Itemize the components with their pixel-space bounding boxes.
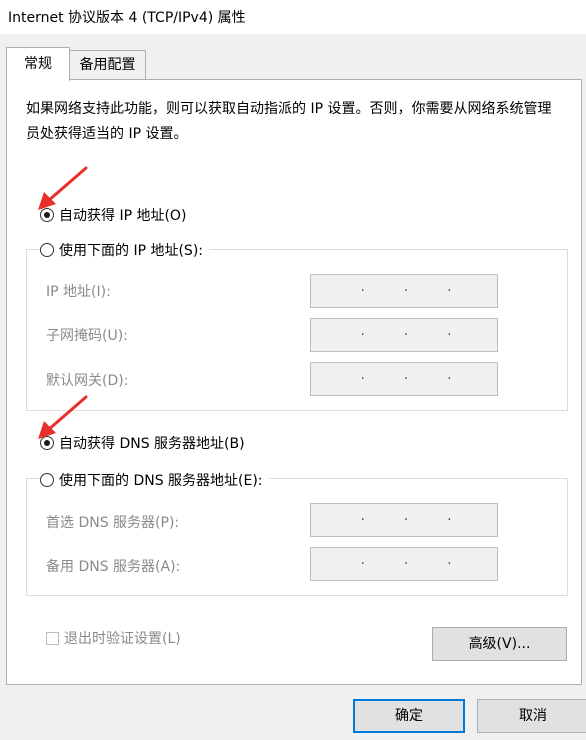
default-gateway-input[interactable]: · · · bbox=[310, 362, 498, 396]
checkbox-indicator bbox=[46, 631, 59, 645]
tab-alternate-config[interactable]: 备用配置 bbox=[70, 50, 146, 79]
advanced-button[interactable]: 高级(V)... bbox=[432, 627, 567, 661]
octet-separator: · bbox=[403, 556, 409, 572]
annotation-arrow-icon bbox=[38, 395, 88, 439]
window-title: Internet 协议版本 4 (TCP/IPv4) 属性 bbox=[8, 10, 246, 26]
octet-separator: · bbox=[447, 283, 452, 299]
subnet-mask-input[interactable]: · · · bbox=[310, 318, 498, 352]
annotation-arrow-icon bbox=[38, 166, 88, 210]
title-bar: Internet 协议版本 4 (TCP/IPv4) 属性 bbox=[0, 0, 586, 34]
validate-on-exit-label: 退出时验证设置(L) bbox=[64, 631, 181, 647]
octet-separator: · bbox=[360, 556, 365, 572]
validate-on-exit-checkbox[interactable]: 退出时验证设置(L) bbox=[46, 628, 181, 648]
radio-manual-ip-label: 使用下面的 IP 地址(S): bbox=[59, 243, 203, 259]
default-gateway-label: 默认网关(D): bbox=[46, 373, 129, 389]
radio-manual-ip[interactable]: 使用下面的 IP 地址(S): bbox=[40, 240, 209, 260]
octet-separator: · bbox=[447, 512, 452, 528]
radio-manual-dns[interactable]: 使用下面的 DNS 服务器地址(E): bbox=[40, 470, 269, 490]
ip-address-label: IP 地址(I): bbox=[46, 284, 111, 300]
octet-separator: · bbox=[360, 327, 365, 343]
ok-button[interactable]: 确定 bbox=[353, 699, 465, 733]
radio-indicator bbox=[40, 473, 54, 487]
octet-separator: · bbox=[447, 556, 452, 572]
octet-separator: · bbox=[360, 283, 365, 299]
alternate-dns-label: 备用 DNS 服务器(A): bbox=[46, 559, 181, 575]
octet-separator: · bbox=[360, 512, 365, 528]
octet-separator: · bbox=[360, 371, 365, 387]
octet-separator: · bbox=[447, 371, 452, 387]
tab-general[interactable]: 常规 bbox=[6, 47, 70, 81]
cancel-button[interactable]: 取消 bbox=[477, 699, 586, 733]
octet-separator: · bbox=[403, 327, 409, 343]
radio-indicator bbox=[40, 243, 54, 257]
ip-address-input[interactable]: · · · bbox=[310, 274, 498, 308]
octet-separator: · bbox=[403, 283, 409, 299]
subnet-mask-label: 子网掩码(U): bbox=[46, 328, 128, 344]
preferred-dns-label: 首选 DNS 服务器(P): bbox=[46, 515, 180, 531]
alternate-dns-input[interactable]: · · · bbox=[310, 547, 498, 581]
octet-separator: · bbox=[403, 512, 409, 528]
octet-separator: · bbox=[447, 327, 452, 343]
octet-separator: · bbox=[403, 371, 409, 387]
description-text: 如果网络支持此功能，则可以获取自动指派的 IP 设置。否则，你需要从网络系统管理… bbox=[26, 101, 552, 142]
radio-manual-dns-label: 使用下面的 DNS 服务器地址(E): bbox=[59, 473, 263, 489]
preferred-dns-input[interactable]: · · · bbox=[310, 503, 498, 537]
